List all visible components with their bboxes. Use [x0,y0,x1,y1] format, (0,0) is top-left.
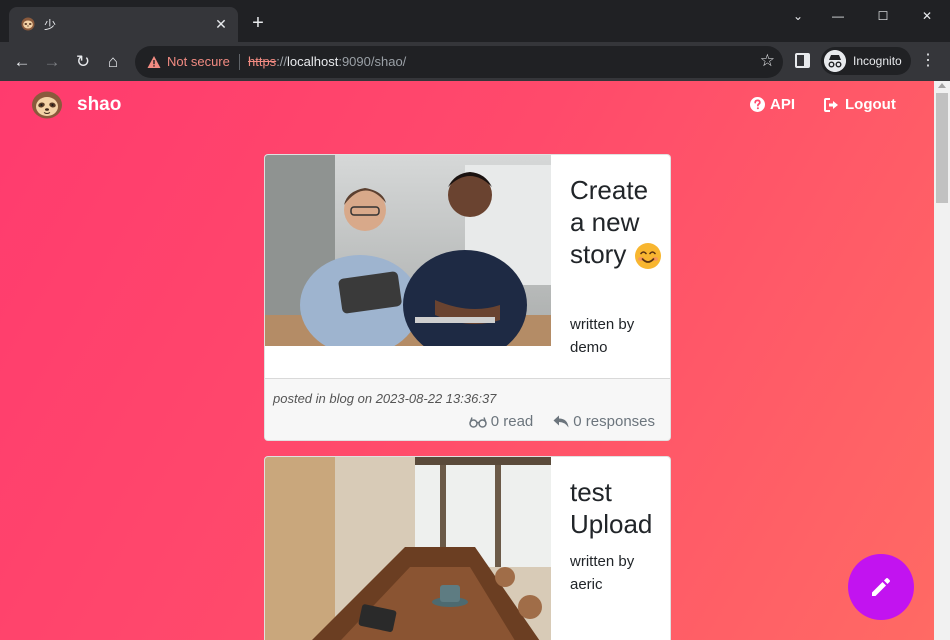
back-button[interactable]: ← [10,50,34,74]
logout-link[interactable]: Logout [824,96,896,113]
new-story-button[interactable] [848,554,914,620]
bookmark-star-icon[interactable]: ☆ [760,51,775,71]
api-link-label: API [770,96,796,113]
glasses-icon [468,416,487,428]
posted-in-label: posted in [273,391,326,406]
omnibox-divider [239,54,240,70]
browser-toolbar: ← → ↻ ⌂ Not secure https://localhost:909… [0,42,950,81]
author-name[interactable]: demo [570,336,634,359]
post-author: written by aeric [570,550,634,596]
url-path: :9090/shao/ [338,54,407,69]
address-bar[interactable]: Not secure https://localhost:9090/shao/ … [135,46,783,78]
maximize-button[interactable]: ☐ [869,6,897,26]
scrollbar-thumb[interactable] [936,93,948,203]
url-host: localhost [287,54,339,69]
api-link[interactable]: API [750,96,795,113]
author-name[interactable]: aeric [570,573,634,596]
post-footer: posted in blog on 2023-08-22 13:36:37 0 … [265,378,670,440]
not-secure-label[interactable]: Not secure [167,54,230,69]
post-card[interactable]: test Upload written by aeric [264,456,671,640]
post-title[interactable]: Create a new story [570,174,662,270]
side-panel-icon[interactable] [795,53,810,68]
on-label: on [357,391,373,406]
logout-link-label: Logout [845,96,896,113]
sloth-favicon-icon [21,17,35,31]
browser-tab[interactable]: 少 ✕ [9,7,238,42]
home-button[interactable]: ⌂ [101,50,125,74]
post-thumbnail-image[interactable] [265,457,551,640]
url-scheme: https [248,54,277,69]
incognito-badge[interactable]: Incognito [821,47,911,75]
post-stats: 0 read 0 responses [468,413,655,430]
post-thumbnail-image[interactable] [265,155,551,346]
kebab-menu-icon[interactable]: ⋮ [920,51,936,71]
warning-icon [147,56,161,68]
sign-out-icon [824,97,838,112]
sloth-logo-icon[interactable] [32,91,62,119]
response-count-text: 0 responses [573,413,655,430]
reload-button[interactable]: ↻ [71,50,95,74]
page-scrollbar[interactable] [934,81,950,640]
smiling-face-emoji-icon [634,243,661,270]
scroll-up-arrow-icon[interactable] [938,83,946,88]
minimize-button[interactable]: — [824,6,852,26]
reply-icon [553,415,569,428]
url-separator: :// [276,54,288,69]
new-tab-button[interactable]: + [248,13,268,33]
post-category[interactable]: blog [329,391,354,406]
close-window-button[interactable]: ✕ [913,6,941,26]
url-text[interactable]: https://localhost:9090/shao/ [248,54,406,69]
page-viewport: shao API Logout Create a new story writt… [0,81,934,640]
pencil-icon [872,578,890,596]
tab-title: 少 [44,18,57,32]
post-date: 2023-08-22 13:36:37 [375,391,497,406]
brand-name[interactable]: shao [77,94,121,116]
written-by-label: written by [570,553,635,570]
browser-titlebar: 少 ✕ + ⌄ — ☐ ✕ [0,0,950,42]
post-author: written by demo [570,313,634,359]
read-count-text: 0 read [490,413,534,430]
post-meta: posted in blog on 2023-08-22 13:36:37 [273,391,496,406]
post-card[interactable]: Create a new story written by demo poste… [264,154,671,441]
incognito-label: Incognito [853,54,902,68]
incognito-icon [824,50,846,72]
question-circle-icon [750,97,765,112]
read-count: 0 read [468,413,534,430]
chevron-down-icon[interactable]: ⌄ [784,6,812,26]
written-by-label: written by [570,316,635,333]
post-title[interactable]: test Upload [570,476,670,540]
forward-button[interactable]: → [40,50,64,74]
response-count[interactable]: 0 responses [553,413,655,430]
tab-close-icon[interactable]: ✕ [213,16,229,32]
